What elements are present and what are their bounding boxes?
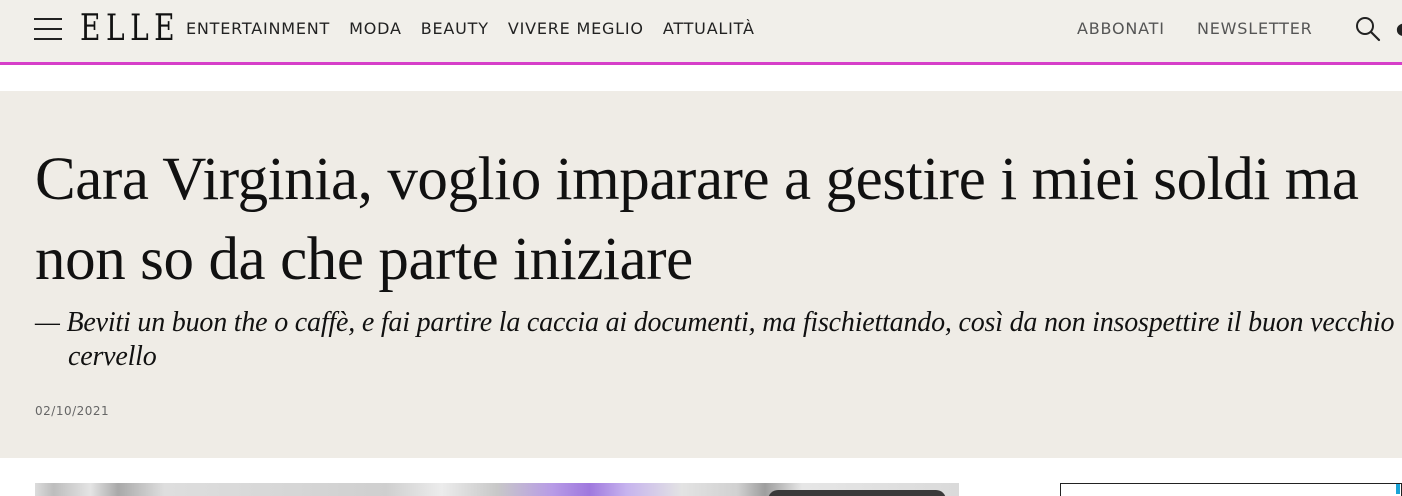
nav-item-entertainment[interactable]: ENTERTAINMENT xyxy=(186,19,330,41)
nav-item-beauty[interactable]: BEAUTY xyxy=(421,19,489,41)
nav-item-attualita[interactable]: ATTUALITÀ xyxy=(663,19,755,41)
article-date: 02/10/2021 xyxy=(35,404,110,418)
nav-item-vivere-meglio[interactable]: VIVERE MEGLIO xyxy=(508,19,644,41)
account-icon[interactable]: ◖ xyxy=(1396,19,1402,38)
subscribe-link[interactable]: ABBONATI xyxy=(1077,19,1165,41)
newsletter-link[interactable]: NEWSLETTER xyxy=(1197,19,1313,41)
image-overlay-pill[interactable] xyxy=(768,490,946,496)
nav-item-moda[interactable]: MODA xyxy=(349,19,402,41)
search-icon[interactable] xyxy=(1354,15,1382,43)
main-nav: ENTERTAINMENT MODA BEAUTY VIVERE MEGLIO … xyxy=(186,19,774,41)
sidebar-ad-box[interactable] xyxy=(1060,483,1402,496)
article-headline: Cara Virginia, voglio imparare a gestire… xyxy=(35,146,1359,293)
elle-logo[interactable]: ELLE xyxy=(80,9,180,49)
article-subheadline: — Beviti un buon the o caffè, e fai part… xyxy=(35,307,1395,372)
header-accent-rule xyxy=(0,62,1402,65)
ad-choices-icon[interactable] xyxy=(1396,484,1400,494)
site-header: ELLE ENTERTAINMENT MODA BEAUTY VIVERE ME… xyxy=(0,0,1402,62)
menu-icon[interactable] xyxy=(34,16,62,42)
